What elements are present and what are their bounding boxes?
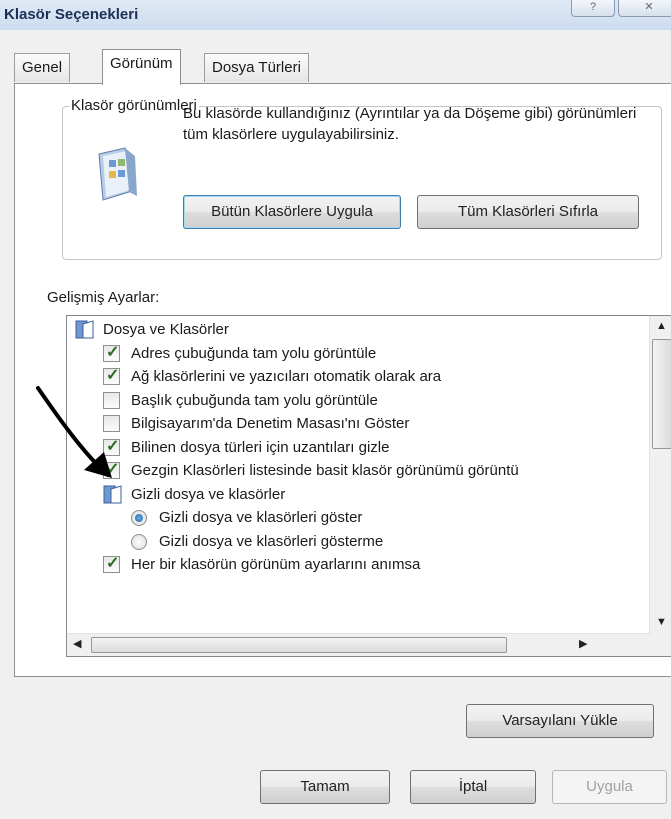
window-title: Klasör Seçenekleri (4, 6, 139, 23)
folder-views-title: Klasör görünümleri (69, 97, 199, 114)
reset-all-folders-button[interactable]: Tüm Klasörleri Sıfırla (417, 195, 639, 229)
tree-item-label: Gizli dosya ve klasörleri gösterme (159, 532, 384, 550)
folder-views-icon (98, 147, 137, 201)
checkbox[interactable]: ✓ (103, 367, 120, 385)
restore-defaults-button[interactable]: Varsayılanı Yükle (466, 704, 654, 738)
tab-page-gorunum: Klasör görünümleri Bu klasörde kullandığ… (14, 83, 671, 738)
help-button[interactable]: ? (571, 0, 615, 17)
close-button[interactable]: ✕ (618, 0, 671, 17)
scroll-up-icon[interactable]: ▲ (656, 320, 667, 332)
cancel-button[interactable]: İptal (410, 770, 536, 804)
apply-button[interactable]: Uygula (552, 770, 667, 804)
tab-dosya-turleri[interactable]: Dosya Türleri (204, 53, 309, 82)
radio-button[interactable] (131, 533, 147, 550)
tab-genel[interactable]: Genel (14, 53, 71, 82)
tree-item-label: Ağ klasörlerini ve yazıcıları otomatik o… (131, 368, 442, 385)
radio-button[interactable] (131, 510, 147, 526)
checkbox[interactable]: ✓ (103, 343, 120, 362)
horizontal-scrollbar[interactable]: ◀ ▶ (67, 633, 652, 656)
advanced-settings-label: Gelişmiş Ayarlar: (47, 289, 160, 306)
checkbox[interactable] (103, 391, 120, 409)
tree-item-label: Bilinen dosya türleri için uzantıları gi… (131, 438, 390, 456)
check-mark-icon: ✓ (106, 367, 120, 384)
scroll-down-icon[interactable]: ▼ (656, 616, 667, 628)
title-bar: Klasör Seçenekleri ? ✕ (0, 0, 671, 30)
tree-item-label: Gezgin Klasörleri listesinde basit klasö… (131, 462, 519, 479)
check-mark-icon: ✓ (106, 437, 120, 455)
tree-item-label: Gizli dosya ve klasörleri göster (159, 509, 363, 526)
folder-icon (103, 484, 122, 503)
vertical-scroll-thumb[interactable] (652, 339, 671, 449)
check-mark-icon: ✓ (106, 555, 120, 572)
tree-item-label: Dosya ve Klasörler (103, 321, 229, 338)
advanced-settings-list[interactable]: Dosya ve Klasörler ✓ Adres çubuğunda tam y… (66, 315, 671, 657)
check-mark-icon: ✓ (106, 343, 120, 361)
scroll-corner (650, 634, 671, 656)
checkbox[interactable]: ✓ (103, 461, 120, 479)
horizontal-scroll-thumb[interactable] (91, 637, 507, 653)
folder-views-description: Bu klasörde kullandığınız (Ayrıntılar ya… (183, 105, 637, 143)
apply-to-all-folders-button[interactable]: Bütün Klasörlere Uygula (183, 195, 401, 229)
check-mark-icon: ✓ (106, 461, 120, 478)
tree-item-label: Adres çubuğunda tam yolu görüntüle (131, 344, 377, 362)
vertical-scrollbar[interactable]: ▲ ▼ (649, 316, 671, 634)
checkbox[interactable]: ✓ (103, 437, 120, 456)
scroll-right-icon[interactable]: ▶ (579, 637, 587, 650)
scroll-left-icon[interactable]: ◀ (73, 637, 81, 650)
ok-button[interactable]: Tamam (260, 770, 390, 804)
tab-gorunum[interactable]: Görünüm (102, 49, 181, 85)
tree-item-label: Başlık çubuğunda tam yolu görüntüle (131, 391, 378, 409)
tree-item-label: Her bir klasörün görünüm ayarlarını anım… (131, 556, 421, 573)
checkbox[interactable]: ✓ (103, 555, 120, 573)
folder-icon (75, 320, 94, 339)
tree-item-label: Bilgisayarım'da Denetim Masası'nı Göster (131, 415, 410, 432)
radio-selected-dot (135, 514, 143, 522)
tree-item-label: Gizli dosya ve klasörler (131, 485, 286, 503)
checkbox[interactable] (103, 415, 120, 432)
